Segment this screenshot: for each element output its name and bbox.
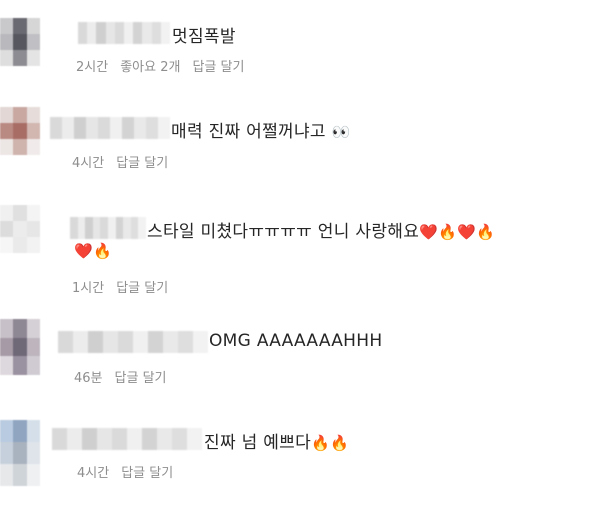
comment-time[interactable]: 46분 bbox=[74, 371, 103, 386]
avatar[interactable] bbox=[0, 420, 40, 486]
username-redacted[interactable] bbox=[50, 117, 170, 139]
fire-emojis: 🔥🔥 bbox=[311, 434, 350, 452]
like-count[interactable]: 좋아요 2개 bbox=[120, 60, 180, 75]
avatar[interactable] bbox=[0, 205, 40, 253]
comment-text: OMG AAAAAAAHHH bbox=[209, 331, 383, 351]
comment-meta: 46분 답글 달기 bbox=[74, 367, 179, 386]
avatar[interactable] bbox=[0, 18, 40, 66]
reply-button[interactable]: 답글 달기 bbox=[116, 156, 168, 171]
reply-button[interactable]: 답글 달기 bbox=[115, 371, 167, 386]
comment-item: 매력 진짜 어쩔꺼냐고 👀 4시간 답글 달기 bbox=[0, 95, 600, 175]
comment-text: 매력 진짜 어쩔꺼냐고 👀 bbox=[171, 122, 351, 142]
comment-meta: 1시간 답글 달기 bbox=[72, 277, 180, 296]
reply-button[interactable]: 답글 달기 bbox=[121, 466, 173, 481]
comment-text: 스타일 미쳤다ㅠㅠㅠㅠ 언니 사랑해요❤️🔥❤️🔥 bbox=[147, 222, 496, 242]
comment-item: 멋짐폭발 2시간 좋아요 2개 답글 달기 bbox=[0, 8, 600, 83]
comment-time[interactable]: 1시간 bbox=[72, 281, 104, 296]
comment-item: OMG AAAAAAAHHH 46분 답글 달기 bbox=[0, 315, 600, 395]
comment-item: 스타일 미쳤다ㅠㅠㅠㅠ 언니 사랑해요❤️🔥❤️🔥 ❤️🔥 1시간 답글 달기 bbox=[0, 195, 600, 305]
heart-fire-emojis: ❤️🔥❤️🔥 bbox=[419, 223, 496, 241]
comment-meta: 2시간 좋아요 2개 답글 달기 bbox=[76, 56, 256, 75]
comment-time[interactable]: 4시간 bbox=[72, 156, 104, 171]
username-redacted[interactable] bbox=[52, 428, 202, 450]
username-redacted[interactable] bbox=[58, 331, 208, 353]
comment-text: 진짜 넘 예쁘다🔥🔥 bbox=[204, 433, 350, 453]
heart-fire-emojis-line2: ❤️🔥 bbox=[74, 242, 112, 260]
comment-meta: 4시간 답글 달기 bbox=[77, 462, 185, 481]
username-redacted[interactable] bbox=[70, 217, 146, 239]
comment-time[interactable]: 4시간 bbox=[77, 466, 109, 481]
comment-text: 멋짐폭발 bbox=[172, 27, 236, 47]
reply-button[interactable]: 답글 달기 bbox=[192, 60, 244, 75]
eyes-emoji: 👀 bbox=[331, 123, 351, 141]
username-redacted[interactable] bbox=[78, 22, 171, 44]
avatar[interactable] bbox=[0, 107, 40, 155]
comment-item: 진짜 넘 예쁘다🔥🔥 4시간 답글 달기 bbox=[0, 410, 600, 490]
comment-time[interactable]: 2시간 bbox=[76, 60, 108, 75]
avatar[interactable] bbox=[0, 319, 40, 375]
comment-meta: 4시간 답글 달기 bbox=[72, 152, 180, 171]
reply-button[interactable]: 답글 달기 bbox=[116, 281, 168, 296]
